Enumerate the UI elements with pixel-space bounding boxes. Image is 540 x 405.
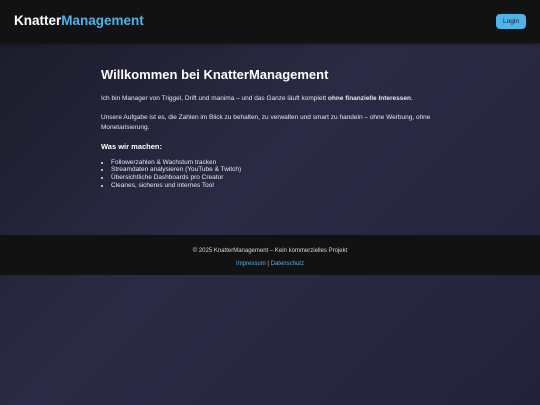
site-logo[interactable]: KnatterManagement — [14, 13, 144, 28]
mission-paragraph: Unsere Aufgabe ist es, die Zahlen im Bli… — [101, 113, 431, 132]
feature-list: Followerzahlen & Wachstum tracken Stream… — [101, 159, 446, 190]
list-item: Followerzahlen & Wachstum tracken — [111, 159, 446, 167]
intro-text: Ich bin Manager von Triggel, Drift und m… — [101, 95, 328, 102]
footer-links: Impressum | Datenschutz — [0, 261, 540, 267]
impressum-link[interactable]: Impressum — [236, 261, 266, 267]
site-footer: © 2025 KnatterManagement – Kein kommerzi… — [0, 235, 540, 275]
logo-text-management: Management — [61, 13, 144, 28]
list-item: Streamdaten analysieren (YouTube & Twitc… — [111, 166, 446, 174]
list-item: Übersichtliche Dashboards pro Creator — [111, 174, 446, 182]
logo-text-knatter: Knatter — [14, 13, 62, 28]
site-header: KnatterManagement Login — [0, 0, 540, 43]
list-item: Cleanes, sicheres und internes Tool — [111, 182, 446, 190]
copyright-text: © 2025 KnatterManagement – Kein kommerzi… — [192, 248, 348, 254]
intro-bold-text: ohne finanzielle Interessen — [327, 95, 411, 102]
section-heading: Was wir machen: — [101, 141, 162, 151]
main-content: Willkommen bei KnatterManagement Ich bin… — [101, 67, 446, 190]
datenschutz-link[interactable]: Datenschutz — [271, 261, 304, 267]
login-button[interactable]: Login — [496, 14, 526, 29]
intro-paragraph: Ich bin Manager von Triggel, Drift und m… — [101, 94, 446, 105]
page-title: Willkommen bei KnatterManagement — [101, 67, 329, 82]
intro-end: . — [410, 95, 413, 102]
